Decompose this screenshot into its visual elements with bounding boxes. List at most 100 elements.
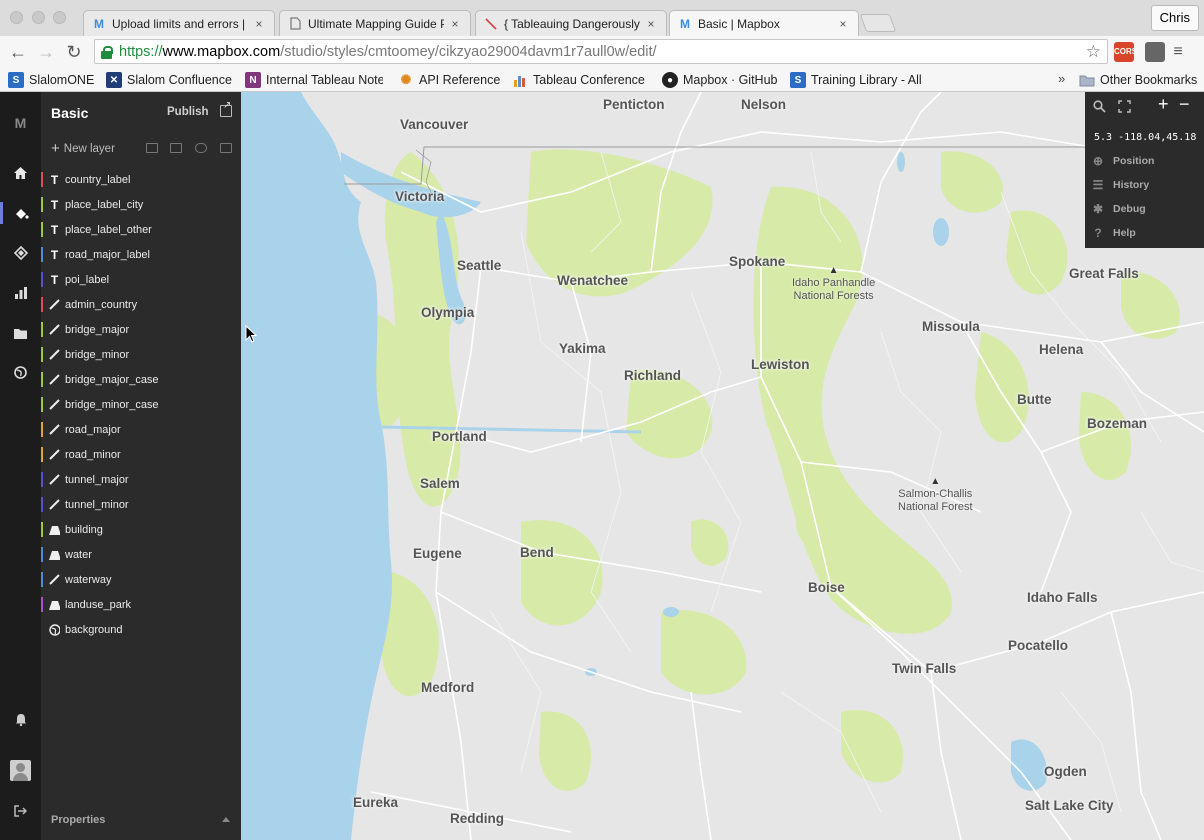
bookmark-api-reference[interactable]: ✺ API Reference xyxy=(398,71,501,89)
city-label-portland: Portland xyxy=(432,429,487,444)
style-name[interactable]: Basic xyxy=(51,105,88,121)
debug-button[interactable]: ✱ Debug xyxy=(1091,200,1146,218)
bookmark-training-library[interactable]: S Training Library - All xyxy=(790,71,924,89)
reload-icon[interactable]: ↻ xyxy=(64,41,84,63)
zoom-out-icon[interactable]: − xyxy=(1179,94,1190,115)
bookmark-label: Other Bookmarks xyxy=(1100,73,1198,87)
tree-icon: ▲ xyxy=(828,265,839,276)
symbol-layer-icon: T xyxy=(50,197,59,212)
close-icon[interactable]: × xyxy=(836,17,850,31)
layers-panel: Basic Publish +New layer Tcountry_labelT… xyxy=(41,92,241,840)
city-label-medford: Medford xyxy=(421,680,475,695)
properties-toggle[interactable]: Properties xyxy=(51,814,105,826)
history-button[interactable]: ☰ History xyxy=(1091,176,1150,194)
bookmarks-overflow-chevron[interactable]: » xyxy=(1058,71,1065,86)
browser-tab-active[interactable]: M Basic | Mapbox × xyxy=(669,10,859,36)
layer-item-bridge-major[interactable]: bridge_major xyxy=(41,317,241,342)
styles-paint-bucket-icon[interactable] xyxy=(0,202,41,224)
layer-item-bridge-minor-case[interactable]: bridge_minor_case xyxy=(41,392,241,417)
bookmark-internal-tableau-note[interactable]: N Internal Tableau Note xyxy=(245,71,383,89)
layer-item-bridge-minor[interactable]: bridge_minor xyxy=(41,342,241,367)
publish-button[interactable]: Publish xyxy=(167,106,209,118)
city-label-butte: Butte xyxy=(1017,392,1052,407)
layer-item-road-major[interactable]: road_major xyxy=(41,417,241,442)
city-label-twin-falls: Twin Falls xyxy=(892,661,957,676)
layer-item-tunnel-minor[interactable]: tunnel_minor xyxy=(41,492,241,517)
home-icon[interactable] xyxy=(0,162,41,184)
layer-item-waterway[interactable]: waterway xyxy=(41,567,241,592)
city-label-salem: Salem xyxy=(420,476,460,491)
layer-color-swatch xyxy=(41,247,43,262)
close-icon[interactable]: × xyxy=(448,17,462,31)
duplicate-layer-icon[interactable] xyxy=(146,143,158,153)
layer-item-place-label-city[interactable]: Tplace_label_city xyxy=(41,192,241,217)
layer-item-landuse-park[interactable]: landuse_park xyxy=(41,592,241,617)
layer-item-tunnel-major[interactable]: tunnel_major xyxy=(41,467,241,492)
line-layer-icon xyxy=(49,473,60,487)
url-host: www.mapbox.com xyxy=(162,43,281,60)
layer-item-building[interactable]: building xyxy=(41,517,241,542)
bookmark-tableau-conference[interactable]: Tableau Conference 2 xyxy=(512,71,646,89)
layer-item-road-minor[interactable]: road_minor xyxy=(41,442,241,467)
caret-up-icon[interactable] xyxy=(222,817,230,822)
symbol-layer-icon: T xyxy=(50,172,59,187)
browser-tab[interactable]: Ultimate Mapping Guide Pa × xyxy=(279,10,471,36)
city-label-eureka: Eureka xyxy=(353,795,399,810)
layer-item-poi-label[interactable]: Tpoi_label xyxy=(41,267,241,292)
other-bookmarks-folder[interactable]: Other Bookmarks xyxy=(1079,71,1197,89)
bookmark-mapbox-github[interactable]: ● Mapbox · GitHub xyxy=(662,71,777,89)
map-canvas[interactable]: Penticton Nelson Vancouver Victoria Seattle W… xyxy=(241,92,1204,840)
new-tab-button[interactable] xyxy=(859,14,897,32)
forward-arrow-icon[interactable]: → xyxy=(36,41,56,63)
close-icon[interactable]: × xyxy=(644,17,658,31)
layer-color-swatch xyxy=(41,372,43,387)
layer-color-swatch xyxy=(41,297,43,312)
window-minimize-button[interactable] xyxy=(32,11,45,24)
profile-button[interactable]: Chris xyxy=(1150,5,1199,31)
new-layer-button[interactable]: + New layer xyxy=(51,140,115,157)
layer-color-swatch xyxy=(41,497,43,512)
fill-layer-icon xyxy=(49,523,60,537)
notifications-bell-icon[interactable] xyxy=(0,709,41,731)
layer-color-swatch xyxy=(41,197,43,212)
layer-item-place-label-other[interactable]: Tplace_label_other xyxy=(41,217,241,242)
datasets-folder-icon[interactable] xyxy=(0,322,41,344)
address-bar[interactable]: https://www.mapbox.com/studio/styles/cmt… xyxy=(94,39,1108,64)
slash-icon xyxy=(484,17,498,31)
sign-out-icon[interactable] xyxy=(0,800,41,822)
hide-layer-icon[interactable] xyxy=(195,143,207,153)
stats-bar-chart-icon[interactable] xyxy=(0,282,41,304)
layer-item-water[interactable]: water xyxy=(41,542,241,567)
bookmark-star-icon[interactable]: ☆ xyxy=(1086,42,1101,62)
layer-item-road-major-label[interactable]: Troad_major_label xyxy=(41,242,241,267)
browser-tab[interactable]: { Tableauing Dangerously } × xyxy=(475,10,667,36)
browser-tab[interactable]: M Upload limits and errors | M × xyxy=(83,10,275,36)
position-button[interactable]: ⊕ Position xyxy=(1091,152,1154,170)
bookmark-slalomone[interactable]: S SlalomONE xyxy=(8,71,94,89)
window-zoom-button[interactable] xyxy=(53,11,66,24)
close-icon[interactable]: × xyxy=(252,17,266,31)
mapbox-logo-icon[interactable]: M xyxy=(0,112,41,134)
layer-item-bridge-major-case[interactable]: bridge_major_case xyxy=(41,367,241,392)
back-arrow-icon[interactable]: ← xyxy=(8,41,28,63)
bookmark-slalom-confluence[interactable]: ✕ Slalom Confluence xyxy=(106,71,232,89)
zoom-in-icon[interactable]: + xyxy=(1158,94,1169,115)
layer-item-country-label[interactable]: Tcountry_label xyxy=(41,167,241,192)
delete-layer-icon[interactable] xyxy=(220,143,232,153)
window-close-button[interactable] xyxy=(10,11,23,24)
cors-extension-icon[interactable]: CORS xyxy=(1114,42,1137,62)
layer-item-background[interactable]: background xyxy=(41,617,241,642)
layer-color-swatch xyxy=(41,522,43,537)
extension-icon[interactable] xyxy=(1145,42,1165,62)
menu-icon[interactable]: ≡ xyxy=(1170,42,1186,62)
globe-icon[interactable] xyxy=(0,362,41,384)
external-link-icon[interactable] xyxy=(220,100,232,117)
tilesets-icon[interactable] xyxy=(0,242,41,264)
layer-name: landuse_park xyxy=(65,598,132,611)
layer-item-admin-country[interactable]: admin_country xyxy=(41,292,241,317)
avatar[interactable] xyxy=(10,760,31,781)
city-label-pocatello: Pocatello xyxy=(1008,638,1069,653)
group-folder-icon[interactable] xyxy=(170,143,182,153)
help-button[interactable]: ? Help xyxy=(1091,224,1135,242)
layer-name: water xyxy=(65,548,92,561)
